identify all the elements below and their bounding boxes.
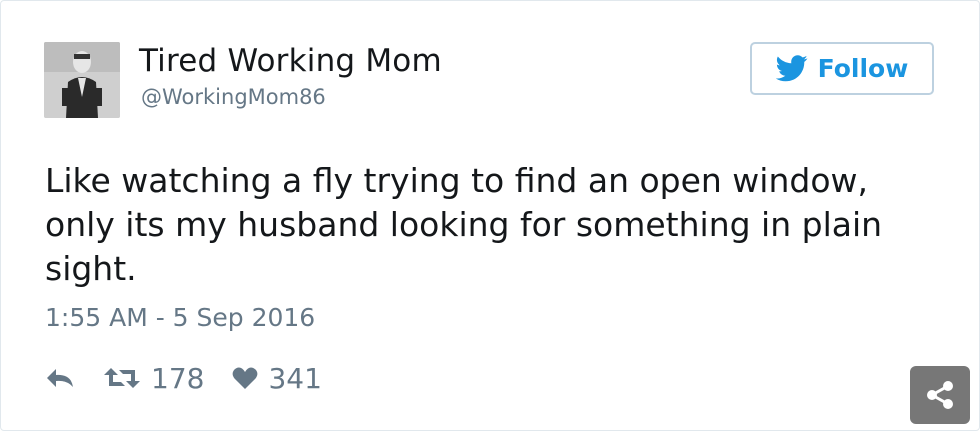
profile-photo-icon [44, 42, 120, 118]
follow-button[interactable]: Follow [750, 42, 934, 95]
tweet-text: Like watching a fly trying to find an op… [45, 159, 945, 291]
tweet-text-line: Like watching a fly trying to find an op… [45, 161, 869, 200]
author-handle[interactable]: @WorkingMom86 [141, 85, 326, 109]
tweet-card: Tired Working Mom @WorkingMom86 Follow L… [0, 0, 980, 431]
heart-icon [233, 367, 258, 389]
twitter-bird-icon [775, 55, 808, 82]
retweet-count: 178 [151, 361, 205, 395]
reply-button[interactable] [45, 367, 75, 389]
share-button[interactable] [910, 366, 970, 424]
tweet-timestamp[interactable]: 1:55 AM - 5 Sep 2016 [45, 303, 315, 332]
like-count: 341 [268, 361, 322, 395]
tweet-text-line: sight. [45, 249, 137, 288]
avatar[interactable] [44, 42, 120, 118]
retweet-button[interactable]: 178 [103, 362, 204, 395]
tweet-actions: 178 341 [45, 356, 322, 400]
author-name[interactable]: Tired Working Mom [139, 43, 442, 79]
follow-label: Follow [817, 54, 909, 83]
like-button[interactable]: 341 [232, 361, 322, 395]
tweet-text-line: only its my husband looking for somethin… [45, 205, 883, 244]
share-icon [927, 381, 953, 409]
reply-icon [47, 369, 73, 387]
retweet-icon [104, 368, 140, 388]
